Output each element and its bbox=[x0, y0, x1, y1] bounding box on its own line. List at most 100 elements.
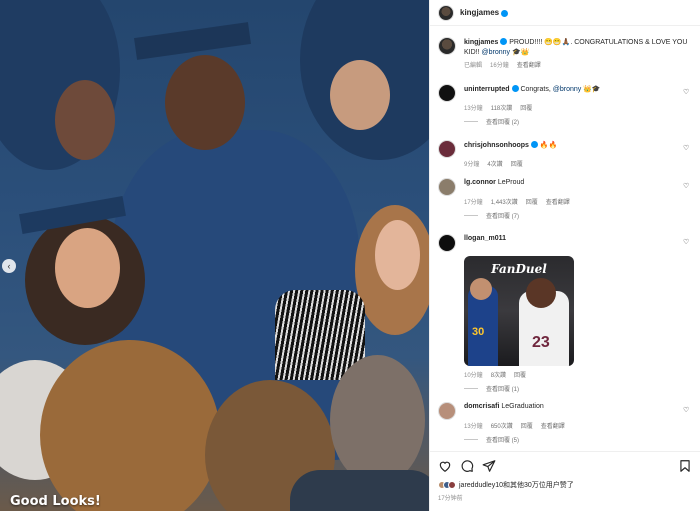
comment-username[interactable]: uninterrupted bbox=[464, 86, 510, 93]
comment-time[interactable]: 9分鐘 bbox=[464, 159, 479, 168]
comment-text: LeProud bbox=[495, 179, 525, 186]
reply-button[interactable]: 回覆 bbox=[526, 197, 538, 206]
caption-edited: 已編輯 bbox=[464, 63, 483, 69]
reply-button[interactable]: 回覆 bbox=[521, 421, 533, 430]
action-bar bbox=[438, 458, 692, 474]
comment-item: domcrisafi LeGraduation 13分鐘 650次讚 回覆 查看… bbox=[438, 402, 690, 444]
avatar[interactable] bbox=[438, 402, 456, 420]
photo-overlay-text: Good Looks! bbox=[10, 494, 101, 509]
comment-text: LeGraduation bbox=[499, 403, 544, 410]
view-replies-label: 查看回覆 (5) bbox=[486, 438, 520, 444]
comment-like-count[interactable]: 1,443次讚 bbox=[491, 197, 518, 206]
verified-badge-icon bbox=[501, 10, 509, 17]
view-replies-button[interactable]: 查看回覆 (5) bbox=[464, 435, 690, 444]
comment-like-count[interactable]: 118次讚 bbox=[491, 103, 513, 112]
see-translation-link[interactable]: 查看翻譯 bbox=[541, 421, 565, 430]
avatar[interactable] bbox=[438, 234, 456, 252]
comment-item: lg.connor LeProud 17分鐘 1,443次讚 回覆 查看翻譯 查… bbox=[438, 178, 690, 220]
verified-badge-icon bbox=[530, 141, 538, 148]
avatar[interactable] bbox=[438, 37, 456, 55]
comment-username[interactable]: lg.connor bbox=[464, 179, 496, 186]
comment-item: chrisjohnsonhoops 🔥🔥 9分鐘 4次讚 回覆 ♡ bbox=[438, 140, 690, 168]
photo-face-shape bbox=[330, 60, 390, 130]
like-heart-icon[interactable] bbox=[438, 459, 452, 473]
divider bbox=[464, 215, 478, 216]
chevron-left-icon: ‹ bbox=[7, 261, 11, 271]
reply-button[interactable]: 回覆 bbox=[514, 370, 526, 379]
comment-item: uninterrupted Congrats, @bronny 👑🎓 13分鐘 … bbox=[438, 84, 690, 126]
graduation-cap-shape bbox=[134, 22, 251, 60]
view-replies-label: 查看回覆 (1) bbox=[486, 387, 520, 393]
avatar[interactable] bbox=[438, 178, 456, 196]
comment-like-count[interactable]: 4次讚 bbox=[487, 159, 502, 168]
comment-time[interactable]: 10分鐘 bbox=[464, 370, 483, 379]
view-replies-label: 查看回覆 (7) bbox=[486, 214, 520, 220]
divider bbox=[464, 121, 478, 122]
comment-username[interactable]: llogan_m011 bbox=[464, 235, 506, 242]
comment-mention[interactable]: @bronny bbox=[553, 86, 582, 93]
verified-badge-icon bbox=[500, 38, 508, 45]
heart-icon[interactable]: ♡ bbox=[683, 407, 690, 414]
comment-like-count[interactable]: 650次讚 bbox=[491, 421, 513, 430]
comment-time[interactable]: 13分鐘 bbox=[464, 103, 483, 112]
comments-list[interactable]: kingjames PROUD!!!! 😁😁🙏🏾. CONGRATULATION… bbox=[430, 27, 700, 451]
avatar[interactable] bbox=[438, 140, 456, 158]
divider bbox=[464, 388, 478, 389]
caption-mention[interactable]: @bronny bbox=[482, 49, 511, 56]
post-footer: jareddudley10和其他30万位用户赞了 17分钟前 bbox=[430, 451, 700, 511]
view-replies-button[interactable]: 查看回覆 (2) bbox=[464, 117, 690, 126]
avatar[interactable] bbox=[438, 4, 454, 21]
previous-slide-button[interactable]: ‹ bbox=[2, 259, 16, 273]
heart-icon[interactable]: ♡ bbox=[683, 145, 690, 152]
liked-by-row[interactable]: jareddudley10和其他30万位用户赞了 bbox=[438, 480, 692, 490]
comment-text: Congrats, bbox=[518, 86, 553, 93]
avatar[interactable] bbox=[438, 84, 456, 102]
heart-icon[interactable]: ♡ bbox=[683, 89, 690, 96]
photo-face-shape bbox=[375, 220, 420, 290]
comment-emoji: 👑🎓 bbox=[581, 86, 601, 93]
comment-username[interactable]: chrisjohnsonhoops bbox=[464, 142, 529, 149]
comment-bubble-icon[interactable] bbox=[460, 459, 474, 473]
caption-emoji: 🎓👑 bbox=[510, 48, 530, 56]
photo-face-shape bbox=[55, 80, 115, 160]
share-send-icon[interactable] bbox=[482, 459, 496, 473]
comment-time[interactable]: 13分鐘 bbox=[464, 421, 483, 430]
comment-item: llogan_m011 FanDuel 30 23 10分鐘 8次讚 回覆 查看… bbox=[438, 234, 690, 393]
comment-like-count[interactable]: 8次讚 bbox=[491, 370, 506, 379]
comment-gif-sticker[interactable]: FanDuel 30 23 bbox=[464, 256, 574, 366]
view-replies-label: 查看回覆 (2) bbox=[486, 120, 520, 126]
post-sidebar: kingjames kingjames PROUD!!!! 😁😁🙏🏾. CONG… bbox=[429, 0, 700, 511]
view-replies-button[interactable]: 查看回覆 (7) bbox=[464, 211, 690, 220]
caption-username[interactable]: kingjames bbox=[464, 39, 498, 46]
post-photo[interactable]: ‹ Good Looks! bbox=[0, 0, 429, 511]
photo-foreground-head-shape bbox=[330, 355, 425, 485]
caption-item: kingjames PROUD!!!! 😁😁🙏🏾. CONGRATULATION… bbox=[438, 37, 690, 69]
post-timestamp[interactable]: 17分钟前 bbox=[438, 493, 692, 502]
post-header: kingjames bbox=[430, 0, 700, 26]
reply-button[interactable]: 回覆 bbox=[511, 159, 523, 168]
heart-icon[interactable]: ♡ bbox=[683, 183, 690, 190]
divider bbox=[464, 439, 478, 440]
photo-foreground-shoulder-shape bbox=[290, 470, 429, 511]
header-username[interactable]: kingjames bbox=[460, 8, 499, 17]
bookmark-icon[interactable] bbox=[678, 459, 692, 473]
sticker-jersey-right: 23 bbox=[532, 334, 550, 351]
comment-time[interactable]: 17分鐘 bbox=[464, 197, 483, 206]
view-replies-button[interactable]: 查看回覆 (1) bbox=[464, 384, 690, 393]
comment-text: 🔥🔥 bbox=[537, 142, 558, 149]
sticker-jersey-left: 30 bbox=[472, 326, 485, 338]
liked-by-text[interactable]: jareddudley10和其他30万位用户赞了 bbox=[459, 480, 574, 490]
see-translation-link[interactable]: 查看翻譯 bbox=[517, 60, 541, 69]
graduate-head-shape bbox=[165, 55, 245, 150]
photo-face-shape bbox=[55, 228, 120, 308]
verified-badge-icon bbox=[511, 85, 519, 92]
reply-button[interactable]: 回覆 bbox=[520, 103, 532, 112]
sticker-player-face-shape bbox=[470, 278, 492, 300]
sticker-title: FanDuel bbox=[491, 262, 547, 276]
avatar bbox=[448, 481, 456, 489]
caption-time[interactable]: 16分鐘 bbox=[490, 60, 509, 69]
sticker-player-face-shape bbox=[526, 278, 556, 308]
see-translation-link[interactable]: 查看翻譯 bbox=[546, 197, 570, 206]
comment-username[interactable]: domcrisafi bbox=[464, 403, 499, 410]
heart-icon[interactable]: ♡ bbox=[683, 239, 690, 246]
